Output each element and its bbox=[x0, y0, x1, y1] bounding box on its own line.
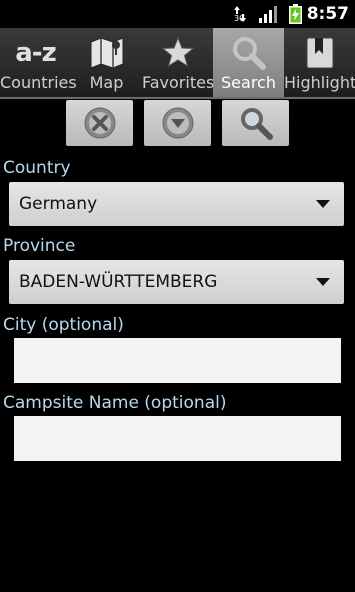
clear-button[interactable] bbox=[66, 100, 133, 146]
map-icon bbox=[71, 36, 142, 70]
tab-label: Highlights bbox=[284, 73, 355, 92]
close-icon bbox=[84, 107, 115, 139]
chevron-down-icon bbox=[162, 107, 193, 139]
tab-map[interactable]: Map bbox=[71, 28, 142, 97]
city-label: City (optional) bbox=[3, 315, 124, 335]
az-icon: a-z bbox=[0, 36, 71, 70]
tab-label: Map bbox=[89, 73, 124, 92]
campsite-name-input[interactable] bbox=[14, 416, 341, 461]
search-icon bbox=[240, 108, 273, 140]
city-input[interactable] bbox=[14, 338, 341, 383]
dropdown-arrow-icon bbox=[316, 200, 330, 208]
tab-search[interactable]: Search bbox=[213, 28, 284, 97]
network-type: 3G bbox=[234, 14, 246, 23]
battery-charging-icon bbox=[289, 4, 302, 28]
country-value: Germany bbox=[19, 194, 98, 214]
country-select[interactable]: Germany bbox=[9, 182, 344, 226]
clock: 8:57 bbox=[306, 4, 349, 24]
country-label: Country bbox=[3, 158, 71, 178]
dropdown-arrow-icon bbox=[316, 278, 330, 286]
tab-label: Favorites bbox=[142, 73, 215, 92]
tab-label: Search bbox=[221, 73, 276, 92]
search-button[interactable] bbox=[222, 100, 289, 146]
tab-label: Countries bbox=[0, 73, 77, 92]
network-3g-icon: 3G bbox=[233, 5, 249, 27]
bookmark-icon bbox=[284, 36, 355, 70]
signal-icon bbox=[259, 5, 278, 27]
tab-highlights[interactable]: Highlights bbox=[284, 28, 355, 97]
divider bbox=[0, 97, 355, 99]
campsite-label: Campsite Name (optional) bbox=[3, 393, 227, 413]
search-icon bbox=[213, 36, 284, 70]
province-label: Province bbox=[3, 236, 76, 256]
star-icon bbox=[142, 36, 213, 70]
expand-button[interactable] bbox=[144, 100, 211, 146]
tab-favorites[interactable]: Favorites bbox=[142, 28, 215, 97]
province-value: BADEN-WÜRTTEMBERG bbox=[19, 272, 218, 292]
tab-bar: a-z Countries Map Favorites Search Highl… bbox=[0, 28, 355, 97]
az-icon-text: a-z bbox=[15, 38, 56, 68]
tab-countries[interactable]: a-z Countries bbox=[0, 28, 77, 97]
province-select[interactable]: BADEN-WÜRTTEMBERG bbox=[9, 260, 344, 304]
status-bar: 3G 8:57 bbox=[0, 0, 355, 28]
